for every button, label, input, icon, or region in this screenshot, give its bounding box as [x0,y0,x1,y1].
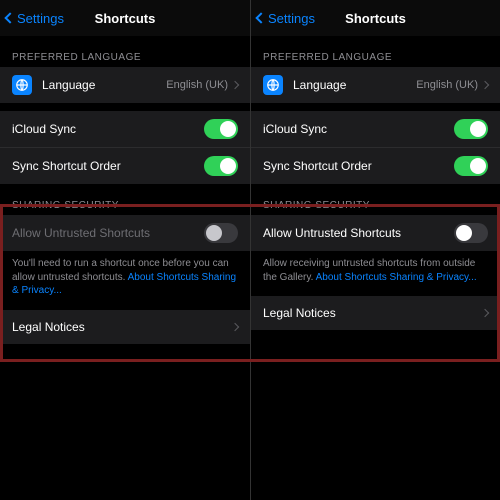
cell-language[interactable]: Language English (UK) [0,67,250,103]
chevron-right-icon [481,309,489,317]
cell-allow-untrusted: Allow Untrusted Shortcuts [0,215,250,251]
chevron-right-icon [231,322,239,330]
toggle-allow-untrusted[interactable] [454,223,488,243]
cell-allow-untrusted: Allow Untrusted Shortcuts [251,215,500,251]
section-preferred-language: PREFERRED LANGUAGE [0,36,250,67]
cell-sync-order: Sync Shortcut Order [0,147,250,184]
cell-legal-notices[interactable]: Legal Notices [0,310,250,344]
toggle-sync-order[interactable] [204,156,238,176]
toggle-icloud-sync[interactable] [454,119,488,139]
icloud-sync-label: iCloud Sync [263,122,454,136]
toggle-sync-order[interactable] [454,156,488,176]
globe-icon [263,75,283,95]
section-preferred-language: PREFERRED LANGUAGE [251,36,500,67]
chevron-left-icon [4,12,15,23]
cell-sync-order: Sync Shortcut Order [251,147,500,184]
chevron-right-icon [481,81,489,89]
footer-link[interactable]: About Shortcuts Sharing & Privacy... [316,272,477,283]
language-label: Language [42,78,166,92]
globe-icon [12,75,32,95]
footer-untrusted: Allow receiving untrusted shortcuts from… [251,251,500,296]
chevron-right-icon [231,81,239,89]
back-button[interactable]: Settings [6,11,64,26]
sync-order-label: Sync Shortcut Order [12,159,204,173]
language-value: English (UK) [166,79,228,91]
pane-right: Settings Shortcuts PREFERRED LANGUAGE La… [250,0,500,500]
cell-icloud-sync: iCloud Sync [251,111,500,147]
legal-notices-label: Legal Notices [12,320,232,334]
pane-left: Settings Shortcuts PREFERRED LANGUAGE La… [0,0,250,500]
sync-order-label: Sync Shortcut Order [263,159,454,173]
footer-untrusted: You'll need to run a shortcut once befor… [0,251,250,310]
navbar: Settings Shortcuts [0,0,250,36]
language-label: Language [293,78,416,92]
cell-language[interactable]: Language English (UK) [251,67,500,103]
toggle-allow-untrusted [204,223,238,243]
back-label: Settings [268,11,315,26]
cell-legal-notices[interactable]: Legal Notices [251,296,500,330]
language-value: English (UK) [416,79,478,91]
allow-untrusted-label: Allow Untrusted Shortcuts [263,226,454,240]
chevron-left-icon [255,12,266,23]
cell-icloud-sync: iCloud Sync [0,111,250,147]
back-label: Settings [17,11,64,26]
section-sharing-security: SHARING SECURITY [251,184,500,215]
icloud-sync-label: iCloud Sync [12,122,204,136]
toggle-icloud-sync[interactable] [204,119,238,139]
section-sharing-security: SHARING SECURITY [0,184,250,215]
comparison-container: Settings Shortcuts PREFERRED LANGUAGE La… [0,0,500,500]
allow-untrusted-label: Allow Untrusted Shortcuts [12,226,204,240]
legal-notices-label: Legal Notices [263,306,482,320]
back-button[interactable]: Settings [257,11,315,26]
navbar: Settings Shortcuts [251,0,500,36]
